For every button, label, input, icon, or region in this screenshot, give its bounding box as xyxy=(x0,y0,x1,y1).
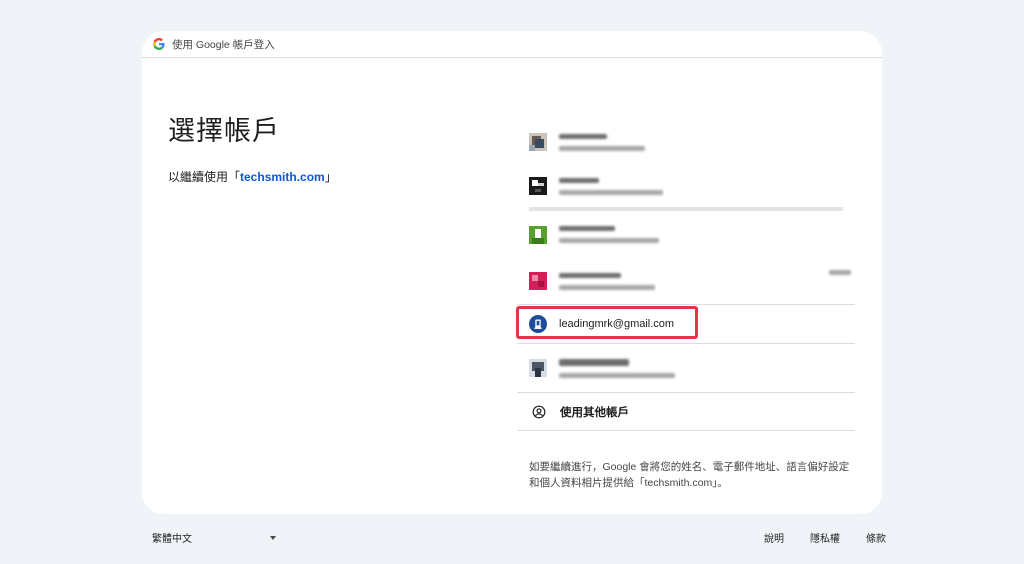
language-select[interactable]: 繁體中文 xyxy=(152,530,276,545)
account-item[interactable] xyxy=(517,211,855,258)
account-list: leadingmrk@gmail.com 使用其他帳戶 xyxy=(517,119,855,431)
account-email: leadingmrk@gmail.com xyxy=(559,318,675,330)
page-title: 選擇帳戶 xyxy=(168,116,280,146)
google-logo-icon xyxy=(153,38,165,50)
card-header: 使用 Google 帳戶登入 xyxy=(142,31,882,58)
person-circle-icon xyxy=(532,405,546,418)
avatar-icon xyxy=(529,225,547,244)
use-another-account-label: 使用其他帳戶 xyxy=(560,406,629,419)
terms-link[interactable]: 條款 xyxy=(866,530,886,545)
subtitle: 以繼續使用「techsmith.com」 xyxy=(168,168,337,185)
subtitle-link[interactable]: techsmith.com xyxy=(240,170,325,184)
avatar-icon xyxy=(529,177,547,195)
help-link[interactable]: 說明 xyxy=(764,530,784,545)
left-panel: 選擇帳戶 以繼續使用「techsmith.com」 xyxy=(168,109,337,185)
blurred-status xyxy=(829,270,851,275)
account-item-highlighted[interactable]: leadingmrk@gmail.com xyxy=(517,305,855,344)
account-item[interactable] xyxy=(517,165,855,207)
subtitle-prefix: 以繼續使用「 xyxy=(168,170,241,184)
blurred-account-text xyxy=(559,272,655,290)
language-label: 繁體中文 xyxy=(152,534,192,545)
avatar-icon xyxy=(529,133,547,151)
account-item[interactable] xyxy=(517,344,855,393)
privacy-link[interactable]: 隱私權 xyxy=(810,530,840,545)
chevron-down-icon xyxy=(270,535,276,540)
blurred-account-text xyxy=(559,226,659,243)
account-item[interactable] xyxy=(517,258,855,305)
avatar-icon xyxy=(529,272,547,290)
subtitle-suffix: 」 xyxy=(324,170,337,184)
avatar-icon xyxy=(529,359,547,377)
signin-card: 使用 Google 帳戶登入 選擇帳戶 以繼續使用「techsmith.com」 xyxy=(142,31,882,514)
blurred-account-text xyxy=(559,177,663,195)
use-another-account-button[interactable]: 使用其他帳戶 xyxy=(517,393,855,431)
privacy-notice: 如要繼續進行，Google 會將您的姓名、電子郵件地址、語言偏好設定和個人資料相… xyxy=(529,461,850,489)
blurred-account-text xyxy=(559,358,675,378)
account-item[interactable] xyxy=(517,119,855,165)
header-title: 使用 Google 帳戶登入 xyxy=(172,38,275,51)
avatar-icon xyxy=(529,315,547,333)
footer-links: 說明 隱私權 條款 xyxy=(764,530,886,545)
blurred-account-text xyxy=(559,133,645,151)
